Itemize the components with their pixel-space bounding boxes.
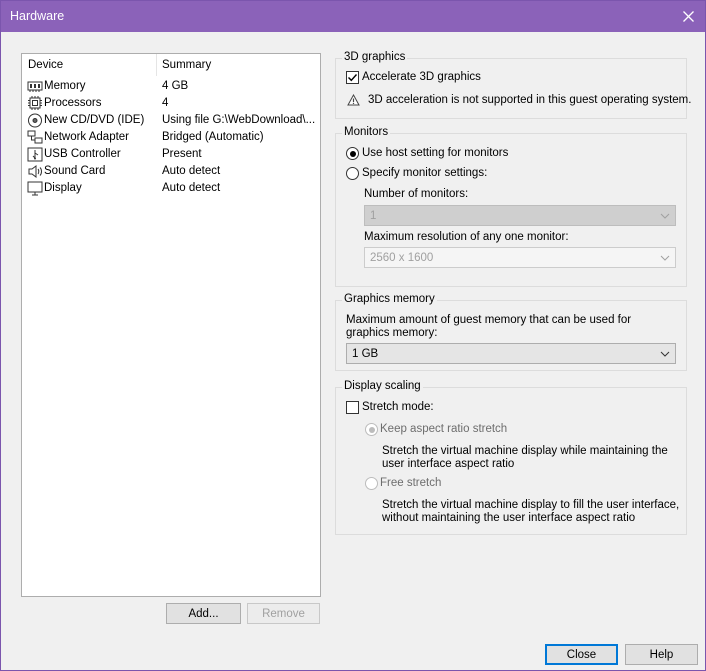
device-list[interactable]: Device Summary Memory 4 GB Processors 4 — [21, 53, 321, 597]
cd-dvd-icon — [28, 113, 42, 128]
warning-icon — [347, 94, 360, 106]
device-row-sound-card[interactable]: Sound Card Auto detect — [22, 163, 320, 180]
close-button-label: Close — [566, 648, 597, 661]
device-name: Memory — [44, 80, 86, 92]
keep-aspect-ratio-description: Stretch the virtual machine display whil… — [382, 445, 668, 470]
device-summary: Auto detect — [162, 165, 221, 177]
monitors-group: Monitors Use host setting for monitors S… — [335, 126, 687, 287]
display-scaling-group: Display scaling Stretch mode: Keep aspec… — [335, 380, 687, 535]
device-column-header[interactable]: Device — [28, 59, 63, 71]
max-resolution-select[interactable]: 2560 x 1600 — [364, 247, 676, 268]
sound-card-icon — [28, 165, 42, 178]
close-button[interactable]: Close — [545, 644, 618, 665]
device-row-processors[interactable]: Processors 4 — [22, 95, 320, 112]
chevron-down-icon — [660, 351, 670, 357]
close-icon — [682, 11, 694, 22]
device-name: New CD/DVD (IDE) — [44, 114, 145, 126]
remove-button-label: Remove — [262, 607, 305, 620]
chevron-down-icon — [660, 213, 670, 219]
accelerate-3d-label[interactable]: Accelerate 3D graphics — [362, 71, 481, 83]
device-name: Display — [44, 182, 82, 194]
device-row-usb-controller[interactable]: USB Controller Present — [22, 146, 320, 163]
device-name: Sound Card — [44, 165, 106, 177]
device-summary: Using file G:\WebDownload\... — [162, 114, 316, 126]
help-button-label: Help — [649, 648, 674, 661]
remove-device-button[interactable]: Remove — [247, 603, 320, 624]
device-row-network-adapter[interactable]: Network Adapter Bridged (Automatic) — [22, 129, 320, 146]
display-icon — [27, 181, 43, 196]
device-summary: 4 GB — [162, 80, 189, 92]
chevron-down-icon — [660, 255, 670, 261]
memory-icon — [27, 81, 43, 92]
add-button-label: Add... — [188, 607, 219, 620]
number-of-monitors-select[interactable]: 1 — [364, 205, 676, 226]
hardware-dialog: Hardware Device Summary Memory 4 GB Proc… — [0, 0, 706, 671]
specify-monitors-label[interactable]: Specify monitor settings: — [362, 167, 487, 179]
graphics-memory-title: Graphics memory — [342, 293, 437, 305]
close-window-button[interactable] — [671, 1, 705, 32]
free-stretch-label[interactable]: Free stretch — [380, 477, 441, 489]
use-host-monitors-label[interactable]: Use host setting for monitors — [362, 147, 508, 159]
specify-monitors-radio[interactable] — [346, 167, 359, 180]
use-host-monitors-radio[interactable] — [346, 147, 359, 160]
device-row-cd-dvd[interactable]: New CD/DVD (IDE) Using file G:\WebDownlo… — [22, 112, 320, 129]
device-name: Network Adapter — [44, 131, 130, 143]
stretch-mode-checkbox[interactable] — [346, 401, 359, 414]
device-row-display[interactable]: Display Auto detect — [22, 180, 320, 197]
device-name: Processors — [44, 97, 102, 109]
display-scaling-title: Display scaling — [342, 380, 423, 392]
window-title: Hardware — [10, 9, 65, 23]
title-bar: Hardware — [1, 1, 705, 32]
graphics-memory-description: Maximum amount of guest memory that can … — [346, 314, 632, 339]
3d-warning-text: 3D acceleration is not supported in this… — [368, 94, 692, 106]
number-of-monitors-value: 1 — [370, 210, 377, 222]
graphics-memory-select[interactable]: 1 GB — [346, 343, 676, 364]
3d-graphics-group: 3D graphics Accelerate 3D graphics 3D ac… — [335, 51, 691, 119]
device-row-memory[interactable]: Memory 4 GB — [22, 78, 320, 95]
help-button[interactable]: Help — [625, 644, 698, 665]
free-stretch-radio[interactable] — [365, 477, 378, 490]
network-adapter-icon — [27, 130, 43, 144]
number-of-monitors-label: Number of monitors: — [364, 188, 469, 200]
monitors-title: Monitors — [342, 126, 391, 138]
processor-icon — [28, 96, 42, 110]
graphics-memory-group: Graphics memory Maximum amount of guest … — [335, 293, 687, 371]
stretch-mode-label[interactable]: Stretch mode: — [362, 401, 434, 413]
device-summary: Bridged (Automatic) — [162, 131, 264, 143]
device-summary: 4 — [162, 97, 169, 109]
usb-controller-icon — [27, 147, 43, 162]
device-name: USB Controller — [44, 148, 121, 160]
keep-aspect-ratio-radio[interactable] — [365, 423, 378, 436]
summary-column-header[interactable]: Summary — [162, 59, 211, 71]
graphics-memory-value: 1 GB — [352, 348, 379, 360]
free-stretch-description: Stretch the virtual machine display to f… — [382, 499, 680, 524]
keep-aspect-ratio-label[interactable]: Keep aspect ratio stretch — [380, 423, 507, 435]
device-list-header: Device Summary — [22, 54, 320, 76]
3d-graphics-title: 3D graphics — [342, 51, 408, 63]
accelerate-3d-checkbox[interactable] — [346, 71, 359, 84]
checkmark-icon — [348, 74, 358, 82]
max-resolution-value: 2560 x 1600 — [370, 252, 434, 264]
device-summary: Auto detect — [162, 182, 221, 194]
device-summary: Present — [162, 148, 202, 160]
max-resolution-label: Maximum resolution of any one monitor: — [364, 231, 569, 243]
add-device-button[interactable]: Add... — [166, 603, 241, 624]
